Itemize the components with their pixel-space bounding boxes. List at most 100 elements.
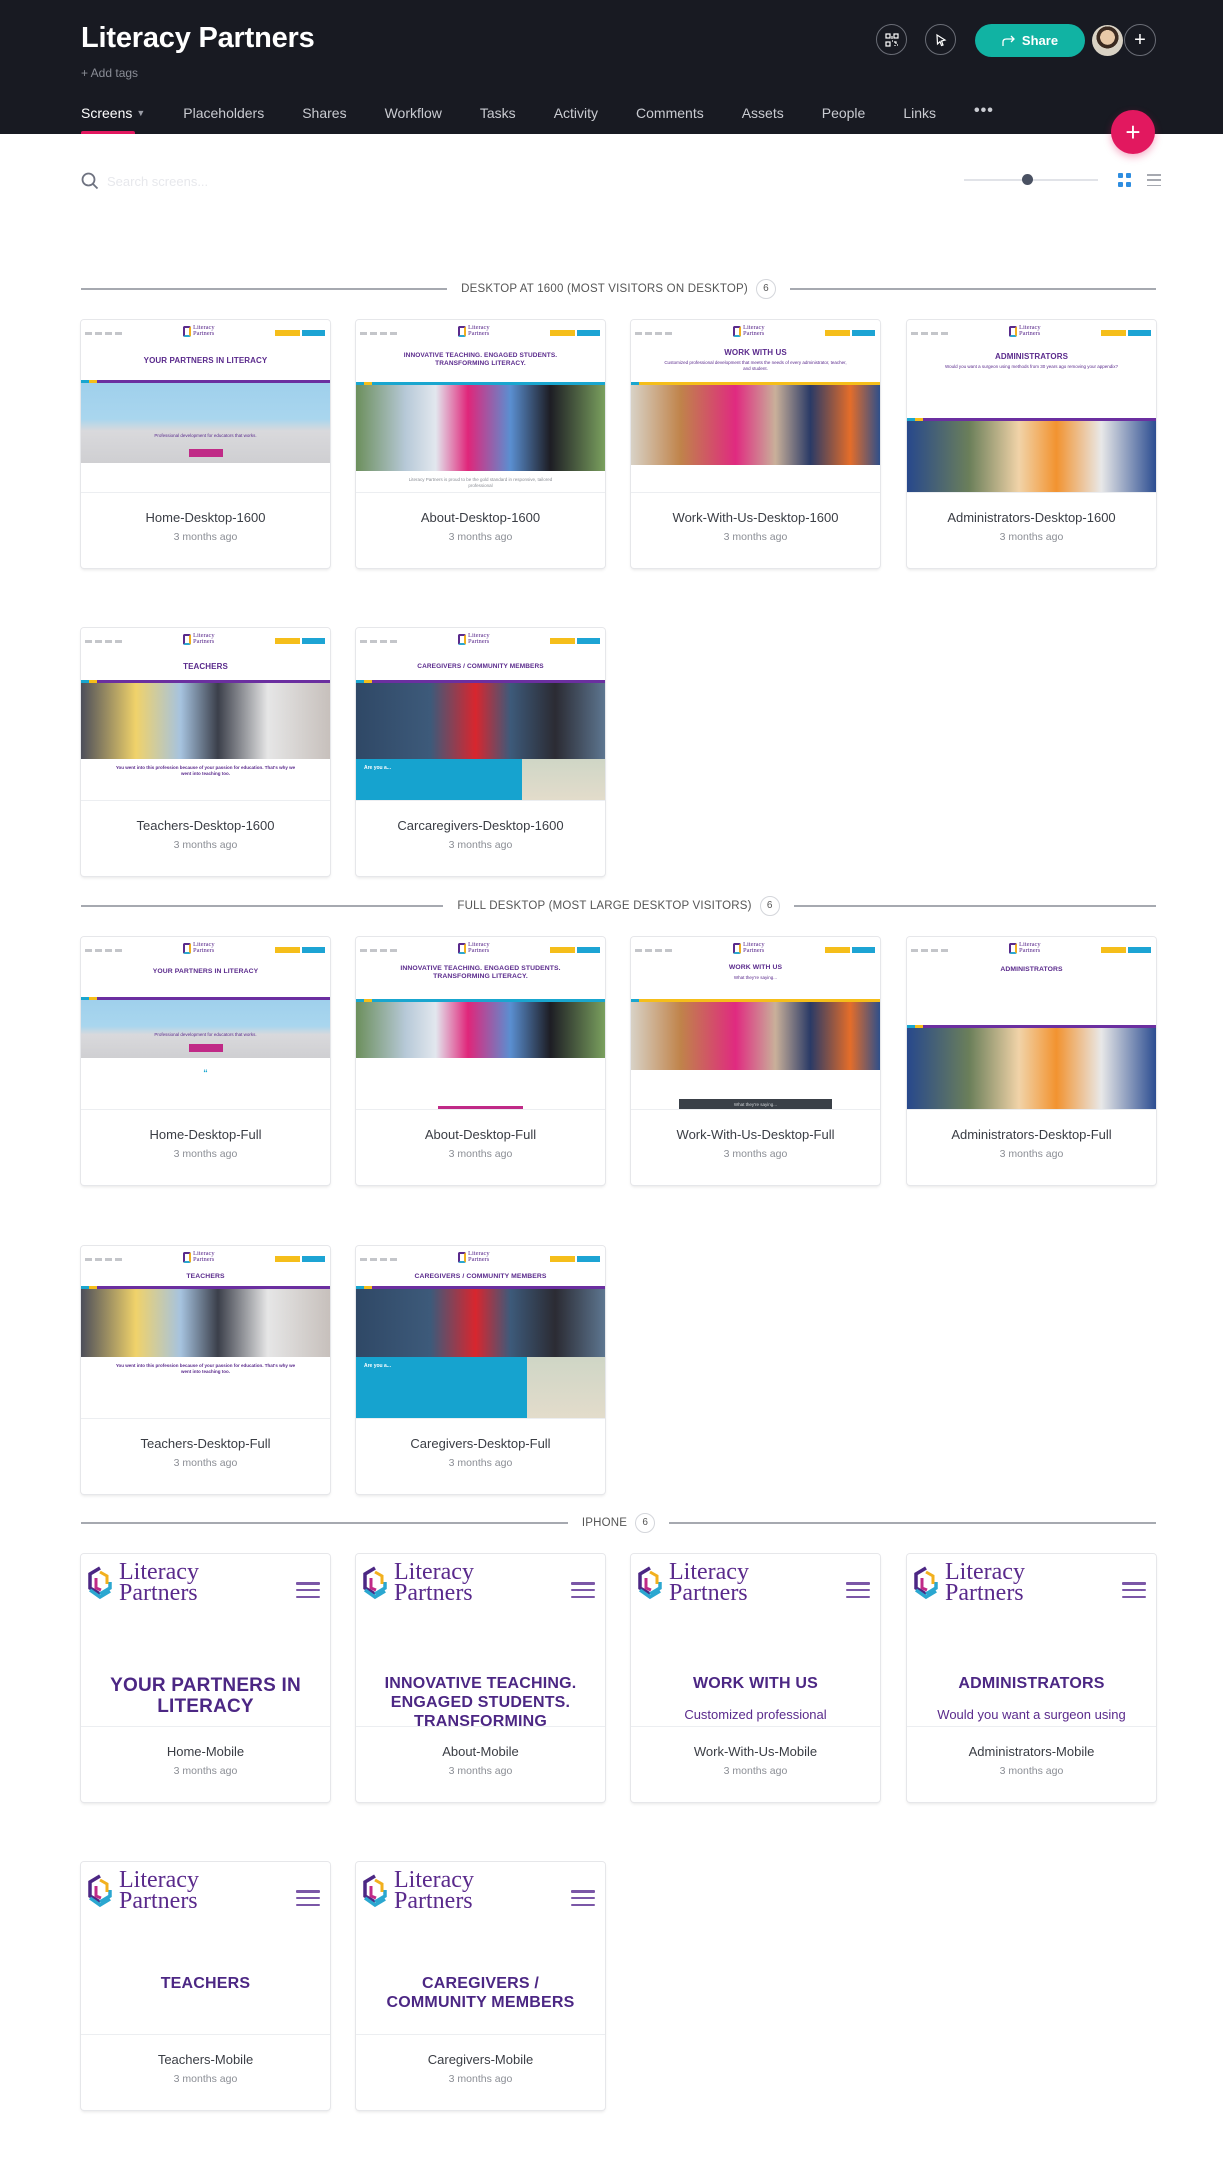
screen-thumbnail: Literacy Partners YOUR PARTNERS IN LITERAC… (81, 937, 330, 1110)
search-input[interactable] (107, 173, 407, 189)
mini-site-nav (360, 1258, 400, 1261)
tab-links[interactable]: Links (903, 104, 936, 134)
screen-updated-time: 3 months ago (173, 2073, 238, 2085)
logo-mark-icon (183, 325, 191, 337)
logo-text: Literacy Partners (119, 1867, 199, 1914)
thumbnail-size-slider[interactable] (964, 174, 1098, 185)
tab-workflow[interactable]: Workflow (385, 104, 442, 134)
screen-thumbnail: Literacy Partners ADMINISTRATORS (907, 937, 1156, 1110)
section-header-full-desktop[interactable]: FULL DESKTOP (MOST LARGE DESKTOP VISITOR… (81, 896, 1156, 916)
mini-site-nav (911, 332, 951, 335)
hamburger-menu-icon (846, 1582, 870, 1598)
mini-accent-bar (438, 1106, 523, 1109)
logo-text: Literacy Partners (119, 1559, 199, 1606)
logo-mark-icon (88, 1874, 112, 1908)
screen-thumbnail: Literacy Partners ADMINISTRATORS Would you … (907, 320, 1156, 493)
mini-site-nav (911, 949, 951, 952)
tab-label: Screens (81, 105, 133, 121)
mini-site-button (577, 947, 600, 953)
screen-card[interactable]: Literacy Partners YOUR PARTNERS IN LITERAC… (81, 320, 330, 568)
mini-hero-title: YOUR PARTNERS IN LITERACY (152, 968, 259, 975)
divider (789, 288, 1156, 290)
logo-mark-icon (458, 633, 466, 645)
logo-mark-icon (914, 1566, 938, 1600)
screen-thumbnail: Literacy Partners ADMINISTRATORS Would you … (907, 1554, 1156, 1727)
divider (793, 905, 1156, 907)
slider-thumb[interactable] (1021, 174, 1033, 185)
hamburger-menu-icon (571, 1582, 595, 1598)
screen-card[interactable]: Literacy Partners YOUR PARTNERS IN LITERAC… (81, 937, 330, 1185)
screen-card[interactable]: Literacy Partners ADMINISTRATORS Would you … (907, 320, 1156, 568)
screen-card[interactable]: Literacy Partners INNOVATIVE TEACHING. ENG… (356, 320, 605, 568)
screen-card[interactable]: Literacy Partners TEACHERS You went into th… (81, 628, 330, 876)
share-button[interactable]: Share (975, 24, 1085, 57)
mini-site-nav (360, 949, 400, 952)
literacy-partners-logo: Literacy Partners (1009, 324, 1041, 337)
screen-thumbnail: Literacy Partners TEACHERS (81, 1862, 330, 2035)
screen-card[interactable]: Literacy Partners CAREGIVERS / COMMUNITY M… (356, 628, 605, 876)
screen-card[interactable]: Literacy Partners YOUR PARTNERS IN LITERAC… (81, 1554, 330, 1802)
add-person-button[interactable]: + (1124, 24, 1156, 56)
mini-site-nav (360, 332, 400, 335)
literacy-partners-logo: Literacy Partners (913, 1560, 1025, 1605)
grid-view-toggle[interactable] (1118, 173, 1132, 187)
mobile-hero-title: ADMINISTRATORS (958, 1675, 1105, 1692)
tab-tasks[interactable]: Tasks (480, 104, 516, 134)
list-icon (1147, 174, 1161, 176)
mini-hero-photo (907, 421, 1156, 492)
add-screen-fab[interactable]: + (1111, 110, 1155, 154)
screen-card[interactable]: Literacy Partners CAREGIVERS / COMMUNITY M… (356, 1862, 605, 2110)
literacy-partners-logo: Literacy Partners (183, 1250, 215, 1263)
screen-card[interactable]: Literacy Partners TEACHERS You went into th… (81, 1246, 330, 1494)
logo-mark-icon (1009, 325, 1017, 337)
literacy-partners-logo: Literacy Partners (183, 941, 215, 954)
screen-updated-time: 3 months ago (999, 531, 1064, 543)
screen-updated-time: 3 months ago (448, 839, 513, 851)
mini-site-button (577, 330, 600, 336)
tab-shares[interactable]: Shares (302, 104, 346, 134)
add-tags-link[interactable]: + Add tags (81, 66, 138, 80)
tab-assets[interactable]: Assets (742, 104, 784, 134)
tab-people[interactable]: People (822, 104, 866, 134)
section-header-desktop-1600[interactable]: DESKTOP AT 1600 (MOST VISITORS ON DESKTO… (81, 279, 1156, 299)
mini-hero-photo (631, 385, 880, 465)
qr-code-button[interactable] (876, 24, 907, 55)
mini-testimonial-bar: What they're saying... (679, 1099, 832, 1109)
screen-card[interactable]: Literacy Partners INNOVATIVE TEACHING. ENG… (356, 1554, 605, 1802)
section-header-iphone[interactable]: IPHONE 6 (81, 1513, 1157, 1533)
mini-hero-subtitle: Professional development for educators t… (154, 1032, 257, 1037)
logo-text: Literacy Partners (394, 1867, 474, 1914)
mini-site-button (275, 947, 300, 953)
user-avatar[interactable] (1092, 25, 1123, 56)
share-label: Share (1021, 33, 1059, 48)
more-tabs-button[interactable]: ••• (974, 103, 994, 134)
list-view-toggle[interactable] (1147, 173, 1161, 187)
mini-site-button (302, 1256, 325, 1262)
mobile-hero-title: INNOVATIVE TEACHING. ENGAGED STUDENTS. T… (384, 1675, 577, 1727)
screen-card[interactable]: Literacy Partners TEACHERS Teachers-Mobile 3… (81, 1862, 330, 2110)
mini-hero-title: WORK WITH US (724, 348, 787, 357)
screen-card[interactable]: Literacy Partners ADMINISTRATORS Administra… (907, 937, 1156, 1185)
screen-card[interactable]: Literacy Partners CAREGIVERS / COMMUNITY M… (356, 1246, 605, 1494)
logo-mark-icon (733, 942, 741, 954)
screen-card[interactable]: Literacy Partners INNOVATIVE TEACHING. ENG… (356, 937, 605, 1185)
tab-screens[interactable]: Screens ▼ (81, 104, 145, 134)
screen-card[interactable]: Literacy Partners ADMINISTRATORS Would you … (907, 1554, 1156, 1802)
tab-activity[interactable]: Activity (554, 104, 598, 134)
tab-comments[interactable]: Comments (636, 104, 704, 134)
tab-placeholders[interactable]: Placeholders (183, 104, 264, 134)
logo-mark-icon (183, 942, 191, 954)
inspect-mode-button[interactable] (925, 24, 956, 55)
screen-card[interactable]: Literacy Partners WORK WITH US What they're… (631, 937, 880, 1185)
logo-text: Literacy Partners (669, 1559, 749, 1606)
qr-code-icon (884, 32, 899, 47)
mobile-hero-title: YOUR PARTNERS IN LITERACY (110, 1675, 301, 1717)
hamburger-menu-icon (1122, 1582, 1146, 1598)
search-icon (81, 172, 99, 190)
screen-name: Work-With-Us-Desktop-Full (676, 1127, 835, 1142)
literacy-partners-logo: Literacy Partners (1009, 941, 1041, 954)
mini-site-nav (360, 640, 400, 643)
mini-site-button (550, 330, 575, 336)
screen-card[interactable]: Literacy Partners WORK WITH US Customized p… (631, 320, 880, 568)
screen-card[interactable]: Literacy Partners WORK WITH US Customized p… (631, 1554, 880, 1802)
